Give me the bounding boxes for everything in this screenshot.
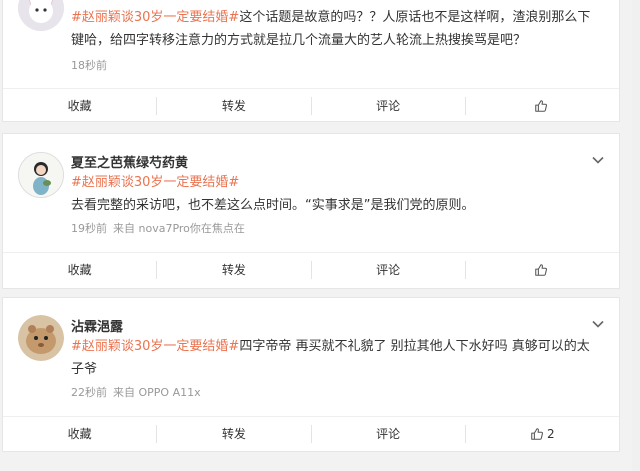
post-time[interactable]: 18秒前 (71, 59, 107, 72)
post-content: #赵丽颖谈30岁一定要结婚#四字帝帝 再买就不礼貌了 别拉其他人下水好吗 真够可… (71, 335, 601, 381)
post-meta: 18秒前 (71, 57, 107, 73)
avatar[interactable] (18, 315, 64, 361)
comment-label: 评论 (376, 99, 401, 113)
thumbs-up-icon (535, 263, 547, 276)
like-button[interactable] (464, 96, 619, 115)
collect-label: 收藏 (67, 427, 92, 441)
collect-button[interactable]: 收藏 (3, 425, 156, 443)
like-button[interactable]: 2 (464, 424, 619, 443)
comment-button[interactable]: 评论 (310, 260, 465, 279)
post-source[interactable]: 来自 OPPO A11x (113, 386, 201, 399)
collect-button[interactable]: 收藏 (3, 97, 156, 115)
post-card: #赵丽颖谈30岁一定要结婚#这个话题是故意的吗？？人原话也不是这样啊，渣浪别那么… (2, 0, 620, 122)
post-meta: 19秒前 来自 nova7Pro你在焦点在 (71, 220, 245, 236)
post-time[interactable]: 22秒前 (71, 386, 107, 399)
post-body: 去看完整的采访吧，也不差这么点时间。“实事求是”是我们党的原则。 (71, 198, 475, 213)
topic-link[interactable]: #赵丽颖谈30岁一定要结婚# (71, 10, 239, 25)
comment-button[interactable]: 评论 (310, 424, 465, 443)
like-button[interactable] (464, 260, 619, 279)
collect-label: 收藏 (67, 263, 92, 277)
avatar[interactable] (18, 152, 64, 198)
comment-label: 评论 (376, 263, 401, 277)
like-count: 2 (547, 426, 555, 441)
chevron-down-icon[interactable] (591, 153, 605, 167)
repost-button[interactable]: 转发 (156, 260, 310, 279)
repost-button[interactable]: 转发 (156, 96, 310, 115)
action-bar: 收藏 转发 评论 (3, 252, 619, 286)
post-content: #赵丽颖谈30岁一定要结婚# 去看完整的采访吧，也不差这么点时间。“实事求是”是… (71, 171, 601, 217)
action-bar: 收藏 转发 评论 2 (3, 416, 619, 450)
chevron-down-icon[interactable] (591, 317, 605, 331)
username[interactable]: 沾霖浥露 (71, 316, 123, 335)
thumbs-up-icon (535, 99, 547, 112)
collect-label: 收藏 (67, 99, 92, 113)
username[interactable]: 夏至之芭蕉绿芍药黄 (71, 152, 188, 171)
repost-label: 转发 (221, 263, 246, 277)
avatar[interactable] (18, 0, 64, 31)
post-time[interactable]: 19秒前 (71, 222, 107, 235)
thumbs-up-icon (531, 427, 544, 440)
topic-link[interactable]: #赵丽颖谈30岁一定要结婚# (71, 339, 239, 354)
repost-button[interactable]: 转发 (156, 424, 310, 443)
post-source[interactable]: 来自 nova7Pro你在焦点在 (113, 222, 245, 235)
post-card: 沾霖浥露 #赵丽颖谈30岁一定要结婚#四字帝帝 再买就不礼貌了 别拉其他人下水好… (2, 297, 620, 452)
topic-link[interactable]: #赵丽颖谈30岁一定要结婚# (71, 175, 239, 190)
comment-button[interactable]: 评论 (310, 96, 465, 115)
collect-button[interactable]: 收藏 (3, 261, 156, 279)
repost-label: 转发 (221, 427, 246, 441)
repost-label: 转发 (221, 99, 246, 113)
post-content: #赵丽颖谈30岁一定要结婚#这个话题是故意的吗？？人原话也不是这样啊，渣浪别那么… (71, 6, 601, 52)
action-bar: 收藏 转发 评论 (3, 88, 619, 122)
comment-label: 评论 (376, 427, 401, 441)
post-card: 夏至之芭蕉绿芍药黄 #赵丽颖谈30岁一定要结婚# 去看完整的采访吧，也不差这么点… (2, 133, 620, 289)
post-meta: 22秒前 来自 OPPO A11x (71, 384, 201, 400)
page-scrollbar[interactable] (632, 0, 640, 471)
